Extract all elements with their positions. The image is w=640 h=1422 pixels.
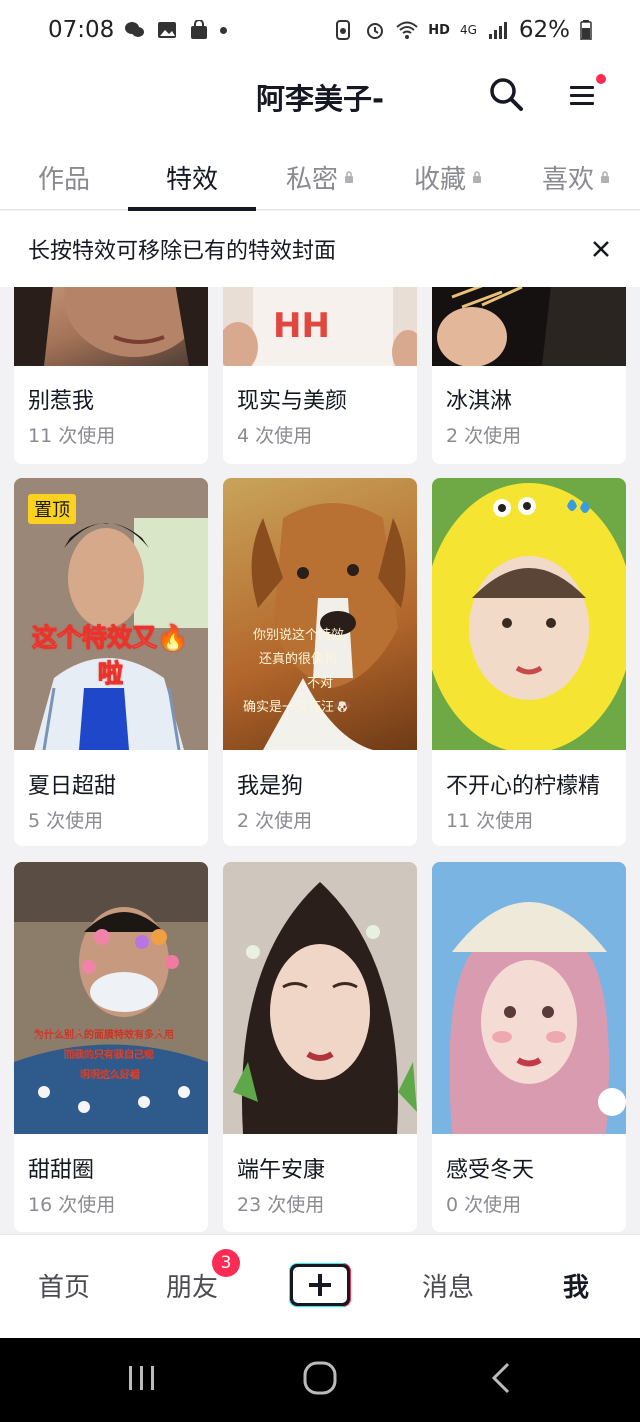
effect-cover-notice: 长按特效可移除已有的特效封面: [0, 211, 640, 287]
overlay-caption-line2: 而我的只有我自己呢: [64, 1050, 154, 1061]
effect-title: 冰淇淋: [446, 389, 513, 414]
effect-thumbnail: 你别说这个特效 还真的很像狗 不对 确实是一只汪汪🐶: [223, 478, 417, 750]
bottom-nav: 首页 朋友 3 消息 我: [0, 1234, 640, 1338]
battery-icon: [580, 20, 592, 40]
winter-face-image: [432, 862, 626, 1134]
effect-uses: 23 次使用: [237, 1194, 325, 1216]
effect-card[interactable]: 冰淇淋 2 次使用: [432, 287, 626, 464]
effects-grid: 别惹我 11 次使用 HH 现实与美颜 4 次使用 冰淇淋 2 次使用 置顶 这…: [0, 287, 640, 1232]
notice-text: 长按特效可移除已有的特效封面: [28, 239, 337, 264]
effect-card[interactable]: 你别说这个特效 还真的很像狗 不对 确实是一只汪汪🐶 我是狗 2 次使用: [223, 478, 417, 846]
search-icon[interactable]: [486, 74, 526, 114]
create-button[interactable]: [286, 1261, 354, 1309]
effect-title: 感受冬天: [446, 1158, 535, 1183]
tab-favorites[interactable]: 收藏: [384, 144, 512, 210]
effect-uses: 2 次使用: [446, 425, 522, 447]
wechat-icon: [125, 22, 145, 37]
effect-title: 夏日超甜: [28, 774, 117, 799]
effect-uses: 16 次使用: [28, 1194, 116, 1216]
effect-title: 端午安康: [237, 1158, 326, 1183]
signal-type-label: 4G: [459, 23, 477, 37]
overlay-caption-line1: 你别说这个特效: [253, 628, 345, 643]
menu-notification-dot: [596, 74, 606, 84]
lemon-face-image: [432, 483, 626, 750]
effect-title: 甜甜圈: [28, 1158, 95, 1183]
effect-title: 我是狗: [237, 774, 304, 799]
overlay-caption-line3: 明明这么好看: [80, 1070, 140, 1081]
effect-card[interactable]: 为什么别人的面膜特效有多人用 而我的只有我自己呢 明明这么好看 甜甜圈 16 次…: [14, 862, 208, 1232]
ice-cream-image: [432, 287, 626, 366]
nfc-icon: [336, 20, 351, 40]
nav-home[interactable]: 首页: [38, 1267, 90, 1304]
gallery-icon: [158, 22, 177, 38]
dragon-boat-face-image: [223, 862, 417, 1134]
lock-icon: [601, 171, 609, 183]
effect-thumbnail: [223, 862, 417, 1134]
close-icon[interactable]: [590, 238, 612, 260]
effect-uses: 11 次使用: [28, 425, 116, 447]
overlay-caption-line4: 确实是一只汪汪🐶: [243, 700, 351, 715]
wifi-icon: [396, 21, 418, 39]
recent-apps-icon[interactable]: [126, 1358, 158, 1398]
effect-card[interactable]: 置顶 这个特效又🔥 啦 夏日超甜 5 次使用: [14, 478, 208, 846]
effect-card[interactable]: 感受冬天 0 次使用: [432, 862, 626, 1232]
notification-dot-icon: [220, 26, 228, 34]
tab-effects[interactable]: 特效: [128, 144, 256, 211]
shopping-bag-icon: [191, 20, 208, 39]
system-nav-bar: [0, 1338, 640, 1422]
svg-text:HH: HH: [273, 306, 330, 346]
effect-card[interactable]: 别惹我 11 次使用: [14, 287, 208, 464]
effect-uses: 2 次使用: [237, 810, 313, 832]
battery-percent: 62%: [518, 17, 570, 43]
back-icon[interactable]: [486, 1358, 516, 1398]
nav-friends[interactable]: 朋友: [166, 1267, 218, 1304]
network-label: HD: [428, 22, 450, 38]
donut-mask-image: [14, 862, 208, 1134]
effect-thumbnail: 置顶 这个特效又🔥 啦: [14, 478, 208, 750]
menu-button[interactable]: [562, 74, 606, 114]
face-image: [14, 287, 208, 366]
effect-title: 现实与美颜: [237, 389, 348, 414]
effect-card[interactable]: 端午安康 23 次使用: [223, 862, 417, 1232]
overlay-caption-line2: 啦: [97, 659, 124, 689]
pinned-badge: 置顶: [28, 494, 76, 524]
effect-card[interactable]: HH 现实与美颜 4 次使用: [223, 287, 417, 464]
nav-messages[interactable]: 消息: [422, 1267, 474, 1304]
effect-uses: 0 次使用: [446, 1194, 522, 1216]
home-icon[interactable]: [300, 1358, 340, 1398]
profile-tabs: 作品 特效 私密 收藏 喜欢: [0, 144, 640, 211]
nav-me[interactable]: 我: [563, 1267, 589, 1304]
lock-icon: [473, 171, 481, 183]
profile-header: 阿李美子-: [0, 60, 640, 144]
effect-thumbnail: [14, 287, 208, 366]
effect-title: 别惹我: [28, 389, 95, 414]
overlay-caption-line2: 还真的很像狗: [259, 652, 338, 667]
friends-badge: 3: [212, 1249, 240, 1277]
effect-card[interactable]: 不开心的柠檬精 11 次使用: [432, 478, 626, 846]
effect-thumbnail: 为什么别人的面膜特效有多人用 而我的只有我自己呢 明明这么好看: [14, 862, 208, 1134]
profile-name: 阿李美子-: [255, 82, 385, 116]
effect-uses: 4 次使用: [237, 425, 313, 447]
status-time: 07:08: [48, 17, 115, 43]
effect-uses: 11 次使用: [446, 810, 534, 832]
tab-works[interactable]: 作品: [0, 144, 128, 210]
tab-private[interactable]: 私密: [256, 144, 384, 210]
effect-uses: 5 次使用: [28, 810, 104, 832]
signal-icon: [488, 22, 507, 39]
shirt-image: HH: [223, 287, 417, 366]
alarm-icon: [367, 23, 384, 39]
effect-thumbnail: [432, 478, 626, 750]
tab-likes[interactable]: 喜欢: [512, 144, 640, 210]
overlay-caption-line1: 这个特效又🔥: [31, 623, 189, 653]
effect-thumbnail: [432, 862, 626, 1134]
overlay-caption-line3: 不对: [307, 676, 334, 691]
effect-title: 不开心的柠檬精: [446, 774, 601, 799]
effect-thumbnail: [432, 287, 626, 366]
effect-thumbnail: HH: [223, 287, 417, 366]
overlay-caption-line1: 为什么别人的面膜特效有多人用: [34, 1030, 174, 1041]
lock-icon: [345, 171, 353, 183]
status-bar: 07:08 HD 4G 62%: [0, 0, 640, 60]
